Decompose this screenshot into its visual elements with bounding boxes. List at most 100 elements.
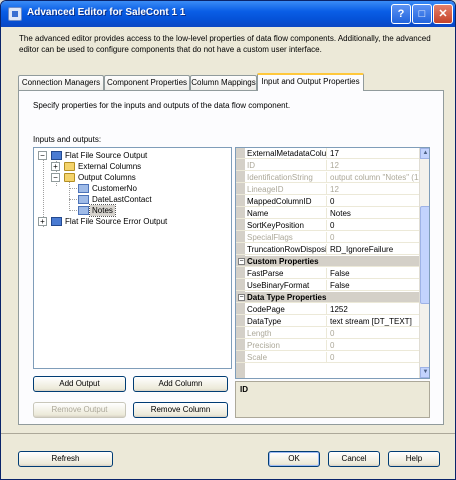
tree-node-flat-file-source-output[interactable]: − Flat File Source Output bbox=[38, 150, 228, 161]
tab-input-output-properties[interactable]: Input and Output Properties bbox=[257, 73, 364, 91]
property-name: TruncationRowDisposit bbox=[236, 244, 327, 255]
folder-icon bbox=[64, 162, 75, 171]
help-button[interactable]: Help bbox=[388, 451, 440, 467]
cancel-button[interactable]: Cancel bbox=[328, 451, 380, 467]
tree-connector bbox=[69, 188, 77, 189]
property-row[interactable]: SortKeyPosition 0 bbox=[236, 220, 419, 231]
property-value: 0 bbox=[330, 329, 335, 338]
output-icon bbox=[51, 151, 62, 160]
property-name: Length bbox=[236, 328, 327, 339]
property-row[interactable]: SpecialFlags 0 bbox=[236, 232, 419, 243]
property-row[interactable]: ID 12 bbox=[236, 160, 419, 171]
property-value[interactable]: RD_IgnoreFailure bbox=[327, 244, 419, 255]
tree-node-flat-file-source-error-output[interactable]: + Flat File Source Error Output bbox=[38, 216, 228, 227]
tree-node-notes[interactable]: Notes bbox=[78, 204, 218, 217]
add-output-button[interactable]: Add Output bbox=[33, 376, 126, 392]
tree-node-customerno[interactable]: CustomerNo bbox=[78, 183, 218, 194]
property-row[interactable]: Precision 0 bbox=[236, 340, 419, 351]
property-row[interactable]: FastParse False bbox=[236, 268, 419, 279]
property-row[interactable]: Length 0 bbox=[236, 328, 419, 339]
property-row[interactable]: ExternalMetadataColu 17 bbox=[236, 148, 419, 159]
tab-panel: Specify properties for the inputs and ou… bbox=[18, 90, 444, 425]
scroll-down-icon[interactable]: ▼ bbox=[420, 367, 429, 378]
category-label: Data Type Properties bbox=[247, 293, 327, 302]
maximize-button[interactable]: □ bbox=[412, 4, 432, 24]
property-row[interactable]: IdentificationString output column "Note… bbox=[236, 172, 419, 183]
category-data-type-properties[interactable]: − Data Type Properties bbox=[236, 292, 419, 303]
close-button[interactable]: ✕ bbox=[433, 4, 453, 24]
property-name: CodePage bbox=[236, 304, 327, 315]
scroll-up-icon[interactable]: ▲ bbox=[420, 148, 429, 159]
remove-column-button[interactable]: Remove Column bbox=[133, 402, 228, 418]
tree-node-label: Flat File Source Output bbox=[65, 151, 148, 160]
property-name: Name bbox=[236, 208, 327, 219]
folder-icon bbox=[64, 173, 75, 182]
column-icon bbox=[78, 206, 89, 215]
property-description-title: ID bbox=[240, 385, 248, 394]
tree-connector bbox=[69, 199, 77, 200]
property-name: MappedColumnID bbox=[236, 196, 327, 207]
tab-connection-managers[interactable]: Connection Managers bbox=[18, 75, 104, 90]
expand-icon[interactable]: + bbox=[51, 162, 60, 171]
property-grid[interactable]: ExternalMetadataColu 17 ID 12 Identifica… bbox=[235, 147, 430, 379]
property-row[interactable]: Scale 0 bbox=[236, 352, 419, 363]
window-title: Advanced Editor for SaleCont 1 1 bbox=[27, 7, 186, 18]
property-row[interactable]: LineageID 12 bbox=[236, 184, 419, 195]
collapse-icon[interactable]: − bbox=[51, 173, 60, 182]
expand-icon[interactable]: + bbox=[38, 217, 47, 226]
remove-output-button[interactable]: Remove Output bbox=[33, 402, 126, 418]
ok-button[interactable]: OK bbox=[268, 451, 320, 467]
property-value[interactable]: 1252 bbox=[327, 304, 419, 315]
property-name: FastParse bbox=[236, 268, 327, 279]
tree-node-label: DateLastContact bbox=[92, 195, 152, 204]
property-row[interactable]: DataType text stream [DT_TEXT] bbox=[236, 316, 419, 327]
tree-node-label: Output Columns bbox=[78, 173, 136, 182]
property-name: SortKeyPosition bbox=[236, 220, 327, 231]
column-icon bbox=[78, 195, 89, 204]
category-label: Custom Properties bbox=[247, 257, 319, 266]
tab-component-properties[interactable]: Component Properties bbox=[104, 75, 190, 90]
advanced-editor-window: Advanced Editor for SaleCont 1 1 ? □ ✕ T… bbox=[0, 0, 456, 480]
collapse-icon[interactable]: − bbox=[38, 151, 47, 160]
property-row[interactable]: TruncationRowDisposit RD_IgnoreFailure bbox=[236, 244, 419, 255]
tree-node-external-columns[interactable]: + External Columns bbox=[51, 161, 221, 172]
help-title-button[interactable]: ? bbox=[391, 4, 411, 24]
property-name: IdentificationString bbox=[236, 172, 327, 183]
property-value[interactable]: 0 bbox=[327, 196, 419, 207]
tree-node-datelastcontact[interactable]: DateLastContact bbox=[78, 194, 218, 205]
window-app-icon bbox=[8, 7, 22, 21]
property-name: DataType bbox=[236, 316, 327, 327]
property-row[interactable]: CodePage 1252 bbox=[236, 304, 419, 315]
tree-connector bbox=[69, 210, 77, 211]
property-name: ExternalMetadataColu bbox=[236, 148, 327, 159]
property-value[interactable]: 17 bbox=[327, 148, 419, 159]
divider bbox=[1, 433, 455, 434]
property-value[interactable]: 0 bbox=[327, 220, 419, 231]
property-name: Scale bbox=[236, 352, 327, 363]
add-column-button[interactable]: Add Column bbox=[133, 376, 228, 392]
property-grid-scrollbar[interactable]: ▲ ▼ bbox=[419, 148, 429, 378]
property-value[interactable]: Notes bbox=[327, 208, 419, 219]
property-value[interactable]: False bbox=[327, 268, 419, 279]
property-row[interactable]: MappedColumnID 0 bbox=[236, 196, 419, 207]
refresh-button[interactable]: Refresh bbox=[18, 451, 113, 467]
property-value[interactable]: text stream [DT_TEXT] bbox=[327, 316, 419, 327]
property-row[interactable]: UseBinaryFormat False bbox=[236, 280, 419, 291]
category-custom-properties[interactable]: − Custom Properties bbox=[236, 256, 419, 267]
tree-node-output-columns[interactable]: − Output Columns bbox=[51, 172, 221, 183]
output-icon bbox=[51, 217, 62, 226]
property-description-box: ID bbox=[235, 381, 430, 418]
property-row[interactable]: Name Notes bbox=[236, 208, 419, 219]
title-bar[interactable]: Advanced Editor for SaleCont 1 1 ? □ ✕ bbox=[1, 1, 455, 27]
tree-node-label: CustomerNo bbox=[92, 184, 137, 193]
tree-node-label: Notes bbox=[89, 204, 116, 217]
scroll-thumb[interactable] bbox=[420, 206, 429, 304]
property-name: UseBinaryFormat bbox=[236, 280, 327, 291]
inputs-outputs-tree[interactable]: − Flat File Source Output + External Col… bbox=[33, 147, 232, 369]
property-value: 0 bbox=[330, 341, 335, 350]
tree-node-label: Flat File Source Error Output bbox=[65, 217, 168, 226]
property-value: 12 bbox=[330, 161, 339, 170]
tab-column-mappings[interactable]: Column Mappings bbox=[190, 75, 257, 90]
intro-text: The advanced editor provides access to t… bbox=[19, 34, 431, 54]
property-value[interactable]: False bbox=[327, 280, 419, 291]
